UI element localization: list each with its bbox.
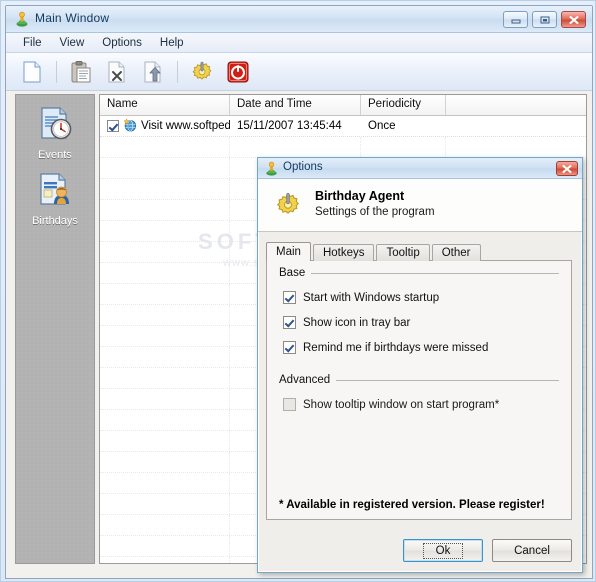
sidebar-item-label: Events	[38, 149, 72, 161]
checkbox[interactable]	[283, 291, 296, 304]
column-header-periodicity[interactable]: Periodicity	[361, 95, 446, 115]
cancel-button[interactable]: Cancel	[492, 539, 572, 562]
close-icon	[568, 15, 579, 24]
delete-button[interactable]	[100, 56, 134, 88]
checkbox[interactable]	[283, 316, 296, 329]
group-label-base-text: Base	[279, 267, 306, 279]
group-label-advanced: Advanced	[279, 374, 559, 386]
cell-datetime: 15/11/2007 13:45:44	[237, 120, 342, 132]
dialog-header-subtitle: Settings of the program	[315, 206, 435, 218]
toolbar-separator	[177, 60, 178, 83]
tab-main[interactable]: Main	[266, 242, 311, 261]
export-button[interactable]	[136, 56, 170, 88]
dialog-header: Birthday Agent Settings of the program	[258, 179, 582, 232]
toolbar-separator	[56, 60, 57, 83]
group-label-base: Base	[279, 267, 559, 279]
new-document-button[interactable]	[15, 56, 49, 88]
power-off-icon	[227, 61, 249, 82]
ok-button-label: Ok	[422, 542, 464, 559]
gear-icon	[192, 61, 212, 80]
sidebar-item-birthdays[interactable]: Birthdays	[16, 161, 94, 227]
title-bar: Main Window	[6, 6, 592, 33]
tab-panel-main: Base Start with Windows startup Show ico…	[266, 260, 572, 520]
list-header-row: Name Date and Time Periodicity	[100, 95, 586, 116]
document-clock-icon	[36, 105, 74, 146]
column-header-blank[interactable]	[446, 95, 586, 115]
menu-bar: File View Options Help	[6, 33, 592, 53]
minimize-icon	[511, 19, 520, 23]
option-label: Start with Windows startup	[303, 291, 440, 304]
sidebar-item-events[interactable]: Events	[16, 95, 94, 161]
toolbar	[6, 53, 592, 91]
option-show-tooltip-on-start[interactable]: Show tooltip window on start program*	[283, 398, 571, 411]
dialog-close-button[interactable]	[556, 161, 578, 176]
dialog-title-bar: Options	[258, 158, 582, 179]
cell-name: Visit www.softpedia.com	[100, 117, 230, 135]
paste-button[interactable]	[64, 56, 98, 88]
option-start-with-windows[interactable]: Start with Windows startup	[283, 291, 571, 304]
dialog-tabs: Main Hotkeys Tooltip Other	[266, 242, 483, 261]
ok-button[interactable]: Ok	[403, 539, 483, 562]
close-button[interactable]	[561, 11, 586, 28]
option-label: Show icon in tray bar	[303, 316, 411, 329]
tab-tooltip[interactable]: Tooltip	[376, 244, 430, 261]
column-header-name[interactable]: Name	[100, 95, 230, 115]
dialog-buttons: Ok Cancel	[403, 539, 572, 562]
close-icon	[562, 164, 572, 173]
checkbox[interactable]	[283, 398, 296, 411]
registration-note: * Available in registered version. Pleas…	[279, 499, 545, 511]
export-document-icon	[144, 61, 161, 82]
delete-document-icon	[108, 61, 125, 82]
new-document-icon	[23, 61, 41, 82]
tab-hotkeys[interactable]: Hotkeys	[312, 244, 375, 261]
dialog-header-title: Birthday Agent	[315, 189, 405, 203]
user-figure-icon	[264, 161, 279, 179]
cell-periodicity: Once	[368, 120, 396, 132]
group-divider	[336, 379, 559, 381]
menu-item-file[interactable]: File	[14, 35, 51, 51]
application-window: Main Window File View Options Help Event…	[0, 0, 596, 582]
option-remind-missed-birthdays[interactable]: Remind me if birthdays were missed	[283, 341, 571, 354]
option-show-tray-icon[interactable]: Show icon in tray bar	[283, 316, 571, 329]
globe-star-icon	[123, 117, 137, 135]
list-empty-row	[100, 137, 586, 158]
options-dialog: Options Birthday Agent Settings of the p…	[257, 157, 583, 573]
window-title: Main Window	[35, 11, 110, 25]
document-person-icon	[36, 171, 74, 212]
checkbox[interactable]	[283, 341, 296, 354]
table-row[interactable]: Visit www.softpedia.com 15/11/2007 13:45…	[100, 116, 586, 137]
sidebar: Events Birthdays	[15, 94, 95, 564]
user-figure-icon	[14, 11, 30, 27]
gear-icon	[274, 191, 302, 222]
group-divider	[311, 272, 559, 274]
menu-item-options[interactable]: Options	[93, 35, 151, 51]
column-header-datetime[interactable]: Date and Time	[230, 95, 361, 115]
maximize-button[interactable]	[532, 11, 557, 28]
maximize-icon	[540, 16, 549, 23]
window-controls	[503, 11, 586, 28]
clipboard-paste-icon	[71, 60, 91, 82]
menu-item-view[interactable]: View	[51, 35, 94, 51]
options-button[interactable]	[185, 56, 219, 88]
dialog-title: Options	[283, 161, 323, 173]
tab-other[interactable]: Other	[431, 244, 481, 261]
cell-name-text: Visit www.softpedia.com	[141, 120, 230, 132]
menu-item-help[interactable]: Help	[151, 35, 193, 51]
option-label: Show tooltip window on start program*	[303, 398, 500, 411]
row-checkbox[interactable]	[107, 120, 119, 132]
sidebar-item-label: Birthdays	[32, 215, 78, 227]
group-label-advanced-text: Advanced	[279, 374, 331, 386]
option-label: Remind me if birthdays were missed	[303, 341, 489, 354]
exit-button[interactable]	[221, 56, 255, 88]
minimize-button[interactable]	[503, 11, 528, 28]
